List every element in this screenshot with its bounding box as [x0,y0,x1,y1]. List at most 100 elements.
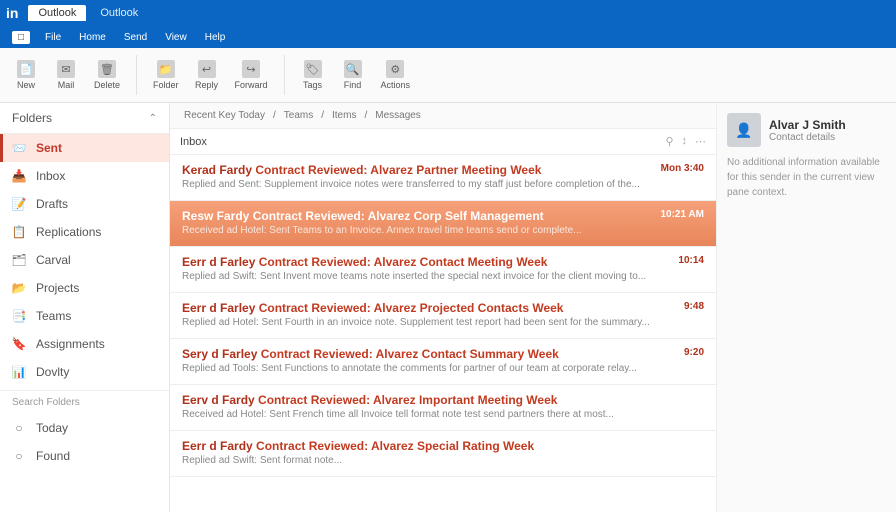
mail-preview: Replied ad Hotel: Sent Fourth in an invo… [182,317,674,328]
message-list-pane: Recent Key Today / Teams / Items / Messa… [170,103,716,512]
sidebar-item-sent[interactable]: 📨 Sent [0,134,169,162]
forward-icon: ↪ [242,60,260,78]
folder-icon: 📊 [12,365,26,379]
folder-icon: 📥 [12,169,26,183]
ribbon-button-label: Reply [195,80,218,90]
mail-preview: Replied ad Tools: Sent Functions to anno… [182,363,674,374]
folder-icon: 🗂 [12,253,26,267]
ribbon-button-label: Tags [303,80,322,90]
mail-date: 10:14 [678,255,704,282]
ribbon-tab[interactable]: View [158,30,194,45]
window-tab-active[interactable]: Outlook [28,5,86,21]
mail-date: 9:48 [684,301,704,328]
reading-body: No additional information available for … [727,155,886,200]
ribbon-button-delete[interactable]: 🗑 Delete [90,58,124,92]
ribbon-tab[interactable]: Help [198,30,233,45]
sidebar-item-inbox[interactable]: 📥Inbox [0,162,169,190]
mail-preview: Received ad Hotel: Sent Teams to an Invo… [182,225,650,236]
sort-icon[interactable]: ↕ [682,135,688,148]
mail-preview: Replied and Sent: Supplement invoice not… [182,179,651,190]
mail-subject: Eerr d Farley Contract Reviewed: Alvarez… [182,255,668,269]
reply-icon: ↩ [198,60,216,78]
mail-subject: Eerr d Farley Contract Reviewed: Alvarez… [182,301,674,315]
ribbon-button-new[interactable]: 📄New [10,58,42,92]
folder-sidebar: Folders ⌃ 📨 Sent 📥Inbox📝Drafts📋Replication… [0,103,170,512]
ribbon-tab[interactable]: Send [117,30,154,45]
sidebar-header[interactable]: Folders ⌃ [0,103,169,134]
filter-icon[interactable]: ⚲ [665,135,673,148]
mail-date: 9:20 [684,347,704,374]
circle-icon: ○ [12,449,26,463]
sidebar-item-teams[interactable]: 📑Teams [0,302,169,330]
sidebar-item-drafts[interactable]: 📝Drafts [0,190,169,218]
breadcrumb-segment[interactable]: Messages [371,109,425,122]
folder-icon: 📝 [12,197,26,211]
sidebar-item-replications[interactable]: 📋Replications [0,218,169,246]
mail-item[interactable]: Eerv d Fardy Contract Reviewed: Alvarez … [170,385,716,431]
mail-sender: Eerr d Farley [182,301,255,315]
ribbon-button-actions[interactable]: ⚙Actions [377,58,415,92]
ribbon: □ File Home Send View Help 📄New✉Mail 🗑 Del… [0,26,896,103]
mail-subject: Sery d Farley Contract Reviewed: Alvarez… [182,347,674,361]
ribbon-tab[interactable]: File [38,30,68,45]
mail-item[interactable]: Eerr d Farley Contract Reviewed: Alvarez… [170,293,716,339]
mail-item[interactable]: Kerad Fardy Contract Reviewed: Alvarez P… [170,155,716,201]
ribbon-tab[interactable]: Home [72,30,113,45]
sidebar-subitem-found[interactable]: ○ Found [0,442,169,470]
breadcrumb-segment[interactable]: Recent Key Today [180,109,269,122]
ribbon-button-forward[interactable]: ↪Forward [231,58,272,92]
ribbon-button-tags[interactable]: 🏷Tags [297,58,329,92]
mail-item[interactable]: Eerr d Farley Contract Reviewed: Alvarez… [170,247,716,293]
find-icon: 🔍 [344,60,362,78]
ribbon-button-label: Actions [381,80,411,90]
folder-icon: 📨 [12,141,26,155]
mail-sender: Eerr d Farley [182,255,255,269]
mail-sender: Eerr d Fardy [182,439,253,453]
mail-sender: Resw Fardy [182,209,249,223]
breadcrumb-segment[interactable]: Items [328,109,360,122]
avatar: 👤 [727,113,761,147]
sidebar-item-carval[interactable]: 🗂Carval [0,246,169,274]
ribbon-button-reply[interactable]: ↩ Reply [191,58,223,92]
mail-icon: ✉ [57,60,75,78]
mail-item[interactable]: Sery d Farley Contract Reviewed: Alvarez… [170,339,716,385]
mail-list[interactable]: Kerad Fardy Contract Reviewed: Alvarez P… [170,155,716,512]
delete-icon: 🗑 [98,60,116,78]
sidebar-subitem-today[interactable]: ○Today [0,414,169,442]
ribbon-tabs: □ File Home Send View Help [0,26,896,48]
sidebar-item-label: Found [36,449,70,463]
mail-date: Mon 3:40 [661,163,704,190]
app-logo: in [6,5,18,21]
mail-subject: Kerad Fardy Contract Reviewed: Alvarez P… [182,163,651,177]
mail-preview: Received ad Hotel: Sent French time all … [182,409,694,420]
sidebar-item-label: Sent [36,141,62,155]
sidebar-item-label: Dovlty [36,365,69,379]
mail-item[interactable]: Resw Fardy Contract Reviewed: Alvarez Co… [170,201,716,247]
breadcrumb-segment[interactable]: Teams [280,109,317,122]
ribbon-button-find[interactable]: 🔍 Find [337,58,369,92]
more-icon[interactable]: ⋯ [695,135,706,148]
sidebar-header-label: Folders [12,111,52,125]
sidebar-item-label: Teams [36,309,71,323]
mail-preview: Replied ad Swift: Sent Invent move teams… [182,271,668,282]
mail-date: 10:21 AM [660,209,704,236]
sidebar-item-label: Assignments [36,337,105,351]
sidebar-item-projects[interactable]: 📂Projects [0,274,169,302]
mail-item[interactable]: Eerr d Fardy Contract Reviewed: Alvarez … [170,431,716,477]
ribbon-file-box[interactable]: □ [12,31,30,44]
window-tab[interactable]: Outlook [92,5,146,21]
ribbon-button-folder[interactable]: 📁Folder [149,58,183,92]
ribbon-button-label: New [17,80,35,90]
ribbon-toolbar: 📄New✉Mail 🗑 Delete 📁Folder ↩ Reply ↪Forward 🏷Ta… [0,48,896,102]
title-bar: in Outlook Outlook [0,0,896,26]
mail-subject: Eerv d Fardy Contract Reviewed: Alvarez … [182,393,694,407]
ribbon-button-mail[interactable]: ✉Mail [50,58,82,92]
folder-icon: 📋 [12,225,26,239]
circle-icon: ○ [12,421,26,435]
sidebar-item-dovlty[interactable]: 📊 Dovlty [0,358,169,386]
ribbon-button-label: Delete [94,80,120,90]
folder-icon: 📂 [12,281,26,295]
sidebar-item-assignments[interactable]: 🔖Assignments [0,330,169,358]
ribbon-button-label: Find [344,80,362,90]
list-header: Inbox ⚲ ↕ ⋯ [170,129,716,155]
